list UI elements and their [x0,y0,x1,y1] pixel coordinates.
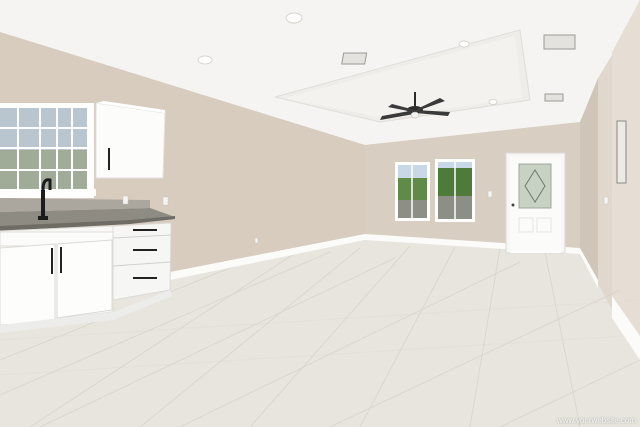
upper-cabinet [95,101,166,179]
wall-switch [162,196,169,206]
wall-panel [616,120,627,184]
back-window-left [395,162,430,221]
watermark: www.yourwebsite.com [556,416,636,425]
front-door [505,152,566,254]
wall-outlet-3 [487,190,493,198]
room-photo: www.yourwebsite.com [0,0,640,427]
wall-outlet [122,195,129,205]
wall-outlet-2 [254,237,259,244]
kitchen-window [0,103,96,198]
wall-switch-right [603,196,609,205]
room-scene [0,0,640,427]
back-window-right [435,159,475,222]
